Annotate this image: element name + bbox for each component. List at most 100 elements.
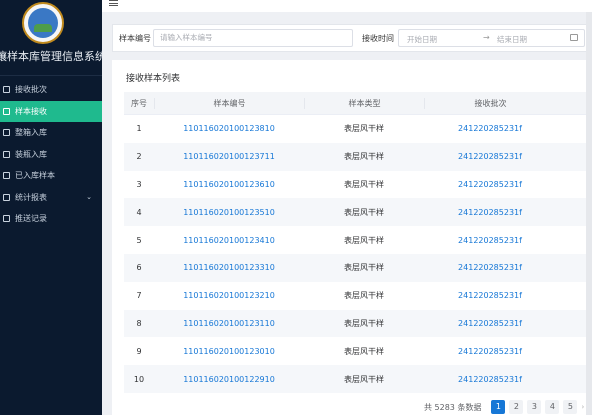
app-root: 壤样本库管理信息系统 接收批次 样本接收 整箱入库 装瓶入库 已入库样本 统计报… bbox=[0, 0, 592, 415]
batch-link[interactable]: 241220285231f bbox=[458, 319, 522, 328]
start-date-field[interactable]: 开始日期 bbox=[407, 34, 437, 45]
end-date-field[interactable]: 结束日期 bbox=[497, 34, 527, 45]
system-title: 壤样本库管理信息系统 bbox=[0, 50, 102, 63]
date-range-picker[interactable]: 开始日期 → 结束日期 bbox=[398, 29, 585, 47]
row-index: 6 bbox=[136, 263, 142, 273]
page-scrollbar[interactable] bbox=[586, 12, 592, 415]
next-page-icon[interactable]: › bbox=[581, 403, 584, 411]
logo bbox=[22, 2, 64, 44]
page-button[interactable]: 3 bbox=[527, 400, 542, 414]
sample-type: 表层风干样 bbox=[344, 124, 384, 134]
batch-link[interactable]: 241220285231f bbox=[458, 152, 522, 161]
table-row: 8 110116020100123110 表层风干样 241220285231f bbox=[124, 309, 588, 338]
table-body: 1 110116020100123810 表层风干样 241220285231f 2 11… bbox=[124, 115, 588, 393]
row-index: 8 bbox=[136, 318, 142, 328]
menu-toggle-icon[interactable] bbox=[109, 0, 118, 6]
sidebar-item-statistics[interactable]: 统计报表 ⌄ bbox=[0, 187, 102, 209]
sidebar-item-bottle-storage[interactable]: 装瓶入库 bbox=[0, 144, 102, 166]
page-button[interactable]: 5 bbox=[563, 400, 578, 414]
sample-no-link[interactable]: 110116020100123510 bbox=[183, 208, 275, 217]
document-icon bbox=[3, 107, 10, 115]
sidebar-item-label: 装瓶入库 bbox=[15, 149, 47, 159]
card-title: 接收样本列表 bbox=[126, 74, 181, 84]
bottle-icon bbox=[3, 150, 10, 158]
sidebar-item-label: 统计报表 bbox=[15, 192, 47, 202]
sidebar-item-box-storage[interactable]: 整箱入库 bbox=[0, 122, 102, 144]
pagination: 共 5283 条数据 1 2 3 4 5 › bbox=[424, 400, 584, 414]
receive-time-label: 接收时间 bbox=[362, 34, 394, 43]
page-button[interactable]: 1 bbox=[491, 400, 506, 414]
batch-link[interactable]: 241220285231f bbox=[458, 236, 522, 245]
table-row: 10 110116020100122910 表层风干样 241220285231f bbox=[124, 365, 588, 393]
row-index: 9 bbox=[136, 346, 142, 356]
page-button[interactable]: 2 bbox=[509, 400, 524, 414]
row-index: 1 bbox=[136, 124, 142, 134]
batch-link[interactable]: 241220285231f bbox=[458, 291, 522, 300]
sample-no-link[interactable]: 110116020100123110 bbox=[183, 319, 275, 328]
table-row: 5 110116020100123410 表层风干样 241220285231f bbox=[124, 226, 588, 254]
sample-type: 表层风干样 bbox=[344, 207, 384, 217]
chevron-down-icon: ⌄ bbox=[86, 192, 92, 201]
sample-no-label: 样本编号 bbox=[119, 34, 151, 43]
sample-type: 表层风干样 bbox=[344, 179, 384, 189]
sidebar-item-label: 整箱入库 bbox=[15, 128, 47, 138]
column-header: 接收批次 bbox=[424, 97, 556, 109]
column-header: 样本编号 bbox=[154, 97, 304, 109]
sample-list-card: 接收样本列表 序号 样本编号 样本类型 接收批次 1 11011602010012… bbox=[112, 60, 588, 415]
sidebar-item-receive-batch[interactable]: 接收批次 bbox=[0, 79, 102, 101]
sample-no-link[interactable]: 110116020100123711 bbox=[183, 152, 275, 161]
table-row: 7 110116020100123210 表层风干样 241220285231f bbox=[124, 282, 588, 310]
sample-no-link[interactable]: 110116020100123610 bbox=[183, 180, 275, 189]
sample-no-link[interactable]: 110116020100122910 bbox=[183, 375, 275, 384]
sidebar-divider bbox=[0, 75, 102, 76]
table-row: 6 110116020100123310 表层风干样 241220285231f bbox=[124, 253, 588, 282]
batch-link[interactable]: 241220285231f bbox=[458, 124, 522, 133]
sidebar-item-push-records[interactable]: 推送记录 bbox=[0, 208, 102, 230]
column-header: 序号 bbox=[131, 98, 147, 108]
sample-type: 表层风干样 bbox=[344, 263, 384, 273]
row-index: 2 bbox=[136, 152, 142, 162]
row-index: 3 bbox=[136, 179, 142, 189]
table-row: 4 110116020100123510 表层风干样 241220285231f bbox=[124, 198, 588, 227]
box-icon bbox=[3, 129, 10, 137]
top-bar bbox=[102, 0, 592, 12]
sample-type: 表层风干样 bbox=[344, 318, 384, 328]
sample-no-input[interactable]: 请输入样本编号 bbox=[153, 29, 353, 47]
sample-type: 表层风干样 bbox=[344, 374, 384, 384]
batch-link[interactable]: 241220285231f bbox=[458, 375, 522, 384]
sample-type: 表层风干样 bbox=[344, 152, 384, 162]
chart-icon bbox=[3, 193, 10, 201]
page-button[interactable]: 4 bbox=[545, 400, 560, 414]
sample-no-link[interactable]: 110116020100123310 bbox=[183, 263, 275, 272]
document-icon bbox=[3, 215, 10, 223]
sidebar-item-sample-receive[interactable]: 样本接收 bbox=[0, 100, 102, 122]
sidebar-item-label: 样本接收 bbox=[15, 106, 47, 116]
batch-link[interactable]: 241220285231f bbox=[458, 180, 522, 189]
logo-emblem-icon bbox=[28, 8, 58, 38]
sidebar-item-label: 推送记录 bbox=[15, 214, 47, 224]
sample-no-link[interactable]: 110116020100123210 bbox=[183, 291, 275, 300]
sample-no-link[interactable]: 110116020100123410 bbox=[183, 236, 275, 245]
sample-no-link[interactable]: 110116020100123810 bbox=[183, 124, 275, 133]
table-header: 序号 样本编号 样本类型 接收批次 bbox=[124, 92, 588, 115]
row-index: 4 bbox=[136, 207, 142, 217]
sidebar-item-stored-samples[interactable]: 已入库样本 bbox=[0, 165, 102, 187]
batch-link[interactable]: 241220285231f bbox=[458, 347, 522, 356]
sidebar-item-label: 接收批次 bbox=[15, 85, 47, 95]
column-header: 样本类型 bbox=[304, 97, 424, 109]
table-row: 1 110116020100123810 表层风干样 241220285231f bbox=[124, 115, 588, 143]
row-index: 7 bbox=[136, 291, 142, 301]
range-arrow-icon: → bbox=[483, 33, 490, 42]
sample-no-link[interactable]: 110116020100123010 bbox=[183, 347, 275, 356]
batch-link[interactable]: 241220285231f bbox=[458, 263, 522, 272]
filter-bar: 样本编号 请输入样本编号 接收时间 开始日期 → 结束日期 bbox=[112, 24, 588, 52]
calendar-icon bbox=[570, 34, 578, 41]
sidebar-item-label: 已入库样本 bbox=[15, 171, 55, 181]
sample-type: 表层风干样 bbox=[344, 235, 384, 245]
document-icon bbox=[3, 86, 10, 94]
row-index: 10 bbox=[133, 374, 145, 384]
total-count: 共 5283 条数据 bbox=[424, 402, 482, 412]
batch-link[interactable]: 241220285231f bbox=[458, 208, 522, 217]
sample-type: 表层风干样 bbox=[344, 291, 384, 301]
sidebar-nav: 接收批次 样本接收 整箱入库 装瓶入库 已入库样本 统计报表 ⌄ 推送记录 bbox=[0, 79, 102, 230]
